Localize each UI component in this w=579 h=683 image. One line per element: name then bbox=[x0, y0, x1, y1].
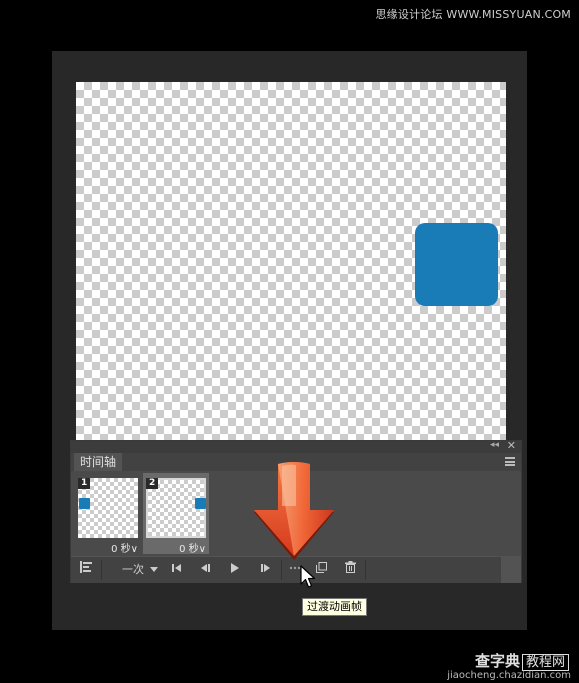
frame-number: 1 bbox=[78, 478, 91, 489]
loop-dropdown-icon[interactable] bbox=[145, 557, 163, 583]
tween-tooltip: 过渡动画帧 bbox=[302, 598, 367, 616]
watermark-bottom: 查字典 教程网 bbox=[475, 650, 569, 671]
frame-item[interactable]: 1 0 秒∨ bbox=[75, 473, 141, 555]
panel-top-bar: ◂◂ ✕ bbox=[71, 439, 521, 453]
thumb-blue-square bbox=[195, 498, 206, 509]
document-canvas[interactable] bbox=[76, 82, 506, 442]
frame-delay[interactable]: 0 秒∨ bbox=[111, 540, 138, 555]
ctrl-separator bbox=[365, 560, 366, 580]
panel-menu-icon[interactable] bbox=[505, 457, 515, 466]
delete-frame-icon[interactable] bbox=[339, 557, 361, 583]
mouse-cursor-icon bbox=[300, 565, 316, 588]
collapse-icon[interactable]: ◂◂ bbox=[490, 440, 499, 450]
next-frame-icon[interactable] bbox=[253, 557, 277, 583]
panel-resize-area[interactable] bbox=[501, 557, 521, 583]
thumb-blue-square bbox=[79, 498, 90, 509]
frame-delay[interactable]: 0 秒∨ bbox=[179, 540, 206, 555]
convert-to-video-timeline-icon[interactable] bbox=[73, 557, 99, 583]
tab-timeline[interactable]: 时间轴 bbox=[74, 453, 123, 471]
loop-value: 一次 bbox=[122, 563, 144, 576]
down-arrow-annotation-icon bbox=[254, 462, 334, 560]
timeline-controls: 一次 bbox=[71, 557, 521, 583]
watermark-site: 查字典 bbox=[474, 652, 520, 670]
watermark-tag: 教程网 bbox=[521, 654, 569, 671]
first-frame-icon[interactable] bbox=[165, 557, 189, 583]
play-icon[interactable] bbox=[223, 557, 247, 583]
close-icon[interactable]: ✕ bbox=[507, 439, 516, 452]
previous-frame-icon[interactable] bbox=[193, 557, 217, 583]
frame-item-selected[interactable]: 2 0 秒∨ bbox=[143, 473, 209, 555]
blue-rounded-square[interactable] bbox=[415, 223, 498, 306]
ctrl-separator bbox=[281, 560, 282, 580]
watermark-url: jiaocheng.chazidian.com bbox=[447, 670, 571, 681]
ctrl-separator bbox=[101, 560, 102, 580]
frame-number: 2 bbox=[146, 478, 159, 489]
watermark-top: 思缘设计论坛 WWW.MISSYUAN.COM bbox=[375, 8, 571, 21]
